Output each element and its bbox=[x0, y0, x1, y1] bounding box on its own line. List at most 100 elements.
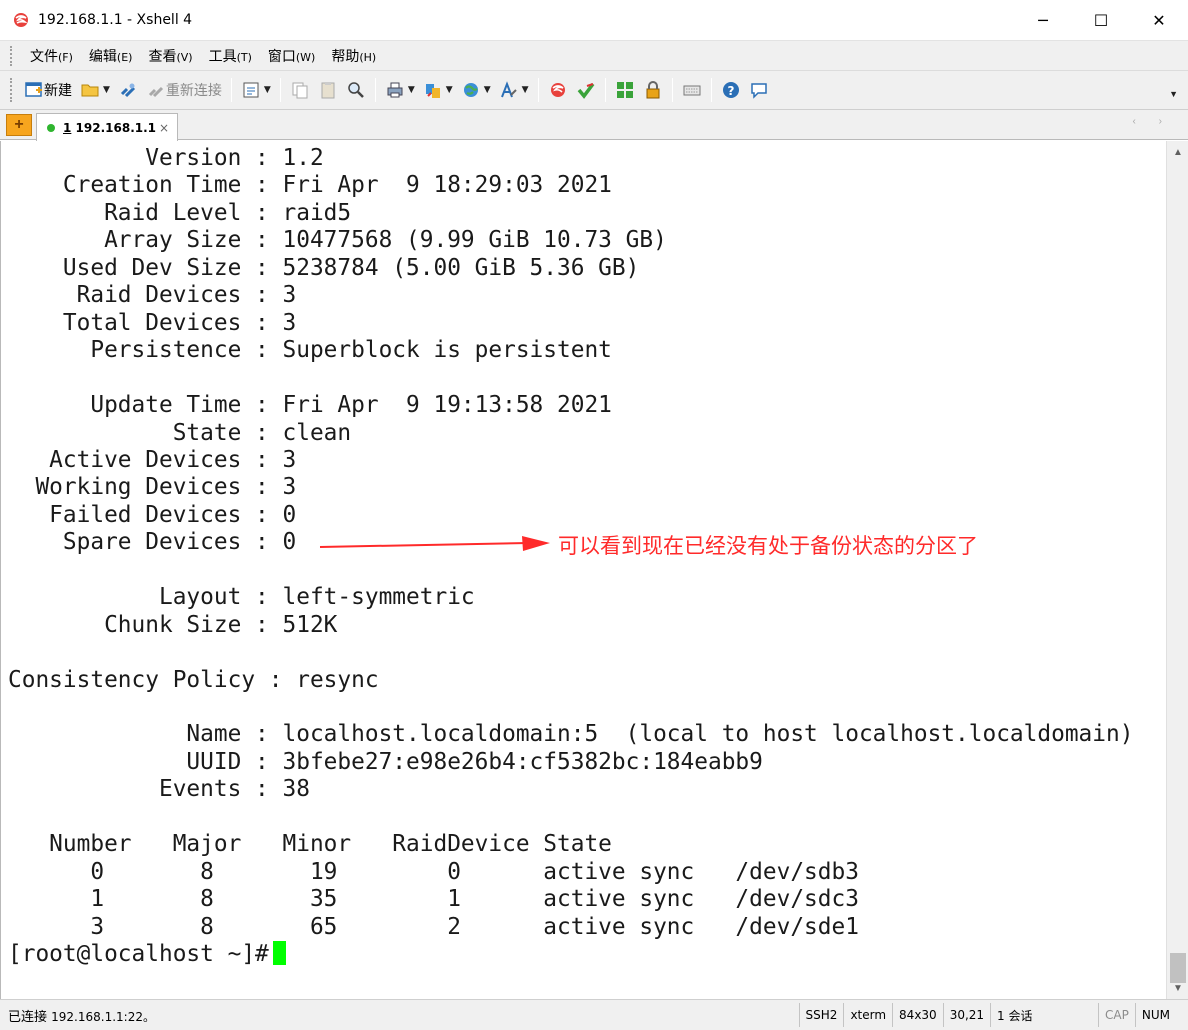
scroll-up-icon[interactable]: ▲ bbox=[1167, 141, 1188, 163]
transfer-button[interactable]: ▼ bbox=[419, 76, 457, 104]
title-bar: 192.168.1.1 - Xshell 4 ─ ☐ ✕ bbox=[0, 0, 1188, 40]
chevron-down-icon[interactable]: ▼ bbox=[484, 85, 491, 95]
link-icon bbox=[120, 83, 135, 98]
new-session-button[interactable]: 新建 bbox=[20, 76, 76, 104]
window-title: 192.168.1.1 - Xshell 4 bbox=[38, 12, 193, 28]
menu-view[interactable]: 查看(V) bbox=[140, 46, 200, 66]
file-transfer-icon bbox=[425, 84, 440, 98]
terminal-line: Chunk Size : 512K bbox=[8, 611, 338, 638]
terminal-output[interactable]: Version : 1.2 Creation Time : Fri Apr 9 … bbox=[0, 141, 1166, 999]
terminal-line: Version : 1.2 bbox=[8, 145, 324, 171]
toolbar-separator bbox=[604, 78, 606, 102]
xftp-icon bbox=[577, 82, 594, 99]
toolbar-separator bbox=[710, 78, 712, 102]
toolbar: 新建 ▼ 重新连接 ▼ ▼ ▼ ▼ ▼ ? ▼ bbox=[0, 70, 1188, 110]
layout-button[interactable] bbox=[611, 76, 639, 104]
new-session-label: 新建 bbox=[44, 83, 72, 99]
caps-lock-indicator: CAP bbox=[1098, 1003, 1135, 1027]
xshell-button[interactable] bbox=[544, 76, 572, 104]
session-tab[interactable]: 1 192.168.1.1 × bbox=[36, 113, 178, 141]
terminal-line: Update Time : Fri Apr 9 19:13:58 2021 bbox=[8, 392, 612, 419]
new-tab-button[interactable]: + bbox=[6, 114, 32, 136]
shell-prompt: [root@localhost ~]# bbox=[8, 941, 286, 968]
terminal-line: State : clean bbox=[8, 419, 352, 446]
chevron-down-icon[interactable]: ▼ bbox=[408, 85, 415, 95]
toolbar-separator bbox=[230, 78, 232, 102]
menu-file[interactable]: 文件(F) bbox=[22, 46, 81, 66]
open-button[interactable]: ▼ bbox=[76, 76, 114, 104]
keyboard-icon bbox=[683, 85, 701, 96]
minimize-button[interactable]: ─ bbox=[1014, 0, 1072, 40]
terminal-line: Spare Devices : 0 bbox=[8, 529, 297, 556]
menu-tools[interactable]: 工具(T) bbox=[201, 46, 260, 66]
terminal-line: Working Devices : 3 bbox=[8, 474, 297, 501]
help-button[interactable]: ? bbox=[717, 76, 745, 104]
keyboard-button[interactable] bbox=[678, 76, 706, 104]
annotation-arrow bbox=[319, 536, 550, 551]
print-button[interactable]: ▼ bbox=[381, 76, 419, 104]
terminal-line: Persistence : Superblock is persistent bbox=[8, 337, 612, 364]
paste-icon bbox=[321, 82, 335, 99]
num-lock-indicator: NUM bbox=[1134, 1003, 1188, 1027]
terminal-line: 3 8 65 2 active sync /dev/sde1 bbox=[8, 913, 859, 940]
menu-edit[interactable]: 编辑(E) bbox=[81, 46, 141, 66]
font-button[interactable]: ▼ bbox=[495, 76, 533, 104]
close-button[interactable]: ✕ bbox=[1130, 0, 1188, 40]
speech-bubble-icon bbox=[750, 83, 767, 99]
terminal-size-field: 84x30 bbox=[892, 1003, 943, 1027]
menubar-grip[interactable] bbox=[10, 45, 14, 66]
xshell-logo-icon bbox=[14, 13, 28, 27]
chevron-down-icon[interactable]: ▼ bbox=[446, 85, 453, 95]
chat-button[interactable] bbox=[745, 76, 773, 104]
toolbar-overflow-chevron-icon[interactable]: ▼ bbox=[1169, 89, 1178, 99]
session-count-field: 1 会话 bbox=[990, 1003, 1098, 1027]
protocol-field: SSH2 bbox=[798, 1003, 844, 1027]
menu-bar: 文件(F) 编辑(E) 查看(V) 工具(T) 窗口(W) 帮助(H) bbox=[0, 40, 1188, 70]
chevron-down-icon[interactable]: ▼ bbox=[264, 85, 271, 95]
terminal-line: Number Major Minor RaidDevice State bbox=[8, 831, 612, 858]
help-icon: ? bbox=[722, 82, 739, 98]
chevron-down-icon[interactable]: ▼ bbox=[103, 85, 110, 95]
properties-button[interactable]: ▼ bbox=[237, 76, 275, 104]
status-bar: 已连接 192.168.1.1:22。 SSH2 xterm 84x30 30,… bbox=[0, 999, 1188, 1030]
chevron-down-icon[interactable]: ▼ bbox=[522, 85, 529, 95]
menu-window[interactable]: 窗口(W) bbox=[260, 46, 323, 66]
reconnect-button[interactable]: 重新连接 bbox=[142, 76, 226, 104]
close-tab-icon[interactable]: × bbox=[159, 121, 169, 135]
close-icon: ✕ bbox=[1152, 10, 1166, 30]
toolbar-separator bbox=[537, 78, 539, 102]
terminal-line: Name : localhost.localdomain:5 (local to… bbox=[8, 721, 1134, 748]
printer-icon bbox=[387, 82, 403, 98]
copy-button[interactable] bbox=[286, 76, 314, 104]
maximize-button[interactable]: ☐ bbox=[1072, 0, 1130, 40]
terminal-line: Raid Level : raid5 bbox=[8, 199, 352, 226]
terminal-line: Layout : left-symmetric bbox=[8, 584, 475, 611]
globe-button[interactable]: ▼ bbox=[457, 76, 495, 104]
xftp-button[interactable] bbox=[572, 76, 600, 104]
maximize-icon: ☐ bbox=[1093, 10, 1109, 30]
vertical-scrollbar[interactable]: ▲ ▼ bbox=[1166, 141, 1188, 999]
paste-button[interactable] bbox=[314, 76, 342, 104]
folder-open-icon bbox=[81, 84, 99, 97]
minimize-icon: ─ bbox=[1038, 10, 1048, 30]
terminal-line: Creation Time : Fri Apr 9 18:29:03 2021 bbox=[8, 172, 612, 199]
lock-button[interactable] bbox=[639, 76, 667, 104]
reconnect-icon bbox=[148, 86, 163, 98]
tab-bar: + 1 192.168.1.1 × ‹ › bbox=[0, 110, 1188, 141]
connection-status-dot bbox=[47, 123, 55, 132]
terminal-line: Array Size : 10477568 (9.99 GiB 10.73 GB… bbox=[8, 227, 667, 254]
terminal-line: 0 8 19 0 active sync /dev/sdb3 bbox=[8, 858, 859, 885]
tab-scroll-arrows[interactable]: ‹ › bbox=[1133, 116, 1172, 127]
magnifier-icon bbox=[348, 82, 364, 98]
connect-button[interactable] bbox=[114, 76, 142, 104]
menu-help[interactable]: 帮助(H) bbox=[323, 46, 384, 66]
terminal-line: UUID : 3bfebe27:e98e26b4:cf5382bc:184eab… bbox=[8, 748, 763, 775]
tab-host: 192.168.1.1 bbox=[75, 120, 157, 135]
find-button[interactable] bbox=[342, 76, 370, 104]
terminal-type-field: xterm bbox=[843, 1003, 892, 1027]
scroll-down-icon[interactable]: ▼ bbox=[1167, 977, 1188, 999]
toolbar-separator bbox=[671, 78, 673, 102]
new-session-icon bbox=[25, 82, 42, 97]
cursor-position-field: 30,21 bbox=[942, 1003, 990, 1027]
toolbar-grip[interactable] bbox=[10, 78, 14, 102]
